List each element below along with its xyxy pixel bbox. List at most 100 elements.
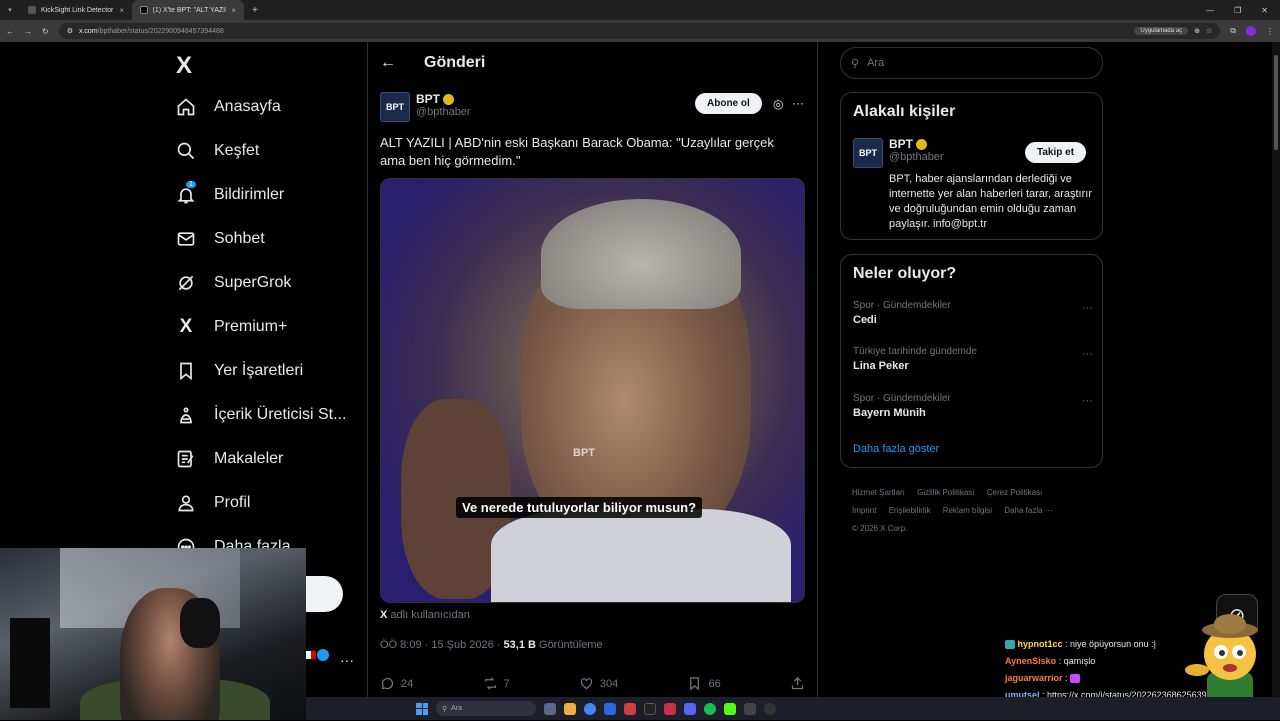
related-handle[interactable]: @bpthaber: [889, 151, 944, 163]
spotify-icon[interactable]: [704, 702, 716, 715]
chat-user: AynenSisko: [1005, 656, 1057, 666]
sidebar-item-chat[interactable]: Sohbet: [176, 229, 265, 249]
windows-start-icon[interactable]: [416, 702, 428, 715]
footer-link[interactable]: Hizmet Şartları: [852, 488, 905, 497]
trend-item[interactable]: Türkiye tarihinde gündemde Lina Peker ··…: [853, 346, 1093, 372]
maximize-icon[interactable]: ❐: [1234, 6, 1241, 15]
footer-link[interactable]: Imprint: [852, 506, 876, 515]
post-button[interactable]: [306, 576, 343, 612]
sidebar-item-creator-studio[interactable]: İçerik Üreticisi St...: [176, 405, 346, 425]
edge-icon[interactable]: [604, 702, 616, 715]
file-explorer-icon[interactable]: [564, 702, 576, 715]
tab-kicksight[interactable]: KickSight Link Detector ×: [20, 0, 132, 20]
close-tab-icon[interactable]: ×: [231, 6, 236, 15]
discord-icon[interactable]: [684, 702, 696, 715]
trend-name: Cedi: [853, 314, 877, 326]
extensions-icon[interactable]: ⧉: [1230, 26, 1236, 36]
x-logo-icon[interactable]: X: [176, 52, 192, 80]
app-icon[interactable]: [664, 702, 676, 715]
open-in-app-button[interactable]: Uygulamada aç: [1134, 27, 1189, 35]
zoom-icon[interactable]: ⊕: [1194, 27, 1200, 35]
x-favicon-icon: [140, 6, 148, 14]
minimize-icon[interactable]: —: [1206, 6, 1214, 15]
sidebar-item-profile[interactable]: Profil: [176, 493, 250, 513]
close-tab-icon[interactable]: ×: [119, 6, 124, 15]
trending-panel: Neler oluyor? Spor · Gündemdekiler Cedi …: [840, 254, 1103, 468]
chat-message: AynenSisko : qamışlo: [1005, 656, 1096, 666]
profile-avatar-icon[interactable]: [1246, 26, 1256, 36]
repost-button[interactable]: 7: [483, 676, 510, 691]
view-count: 53,1 B: [503, 639, 536, 651]
reload-icon[interactable]: ↻: [42, 27, 49, 36]
chrome-icon[interactable]: [584, 702, 596, 715]
reply-icon: [381, 677, 394, 690]
reply-button[interactable]: 24: [380, 676, 413, 691]
author-name-row: BPT: [889, 137, 944, 151]
browser-menu-icon[interactable]: ⋮: [1266, 27, 1274, 36]
post-author[interactable]: BPT BPT @bpthaber: [380, 92, 471, 122]
app-icon[interactable]: [744, 702, 756, 715]
show-more-link[interactable]: Daha fazla göster: [853, 443, 939, 455]
author-name[interactable]: BPT: [416, 92, 440, 106]
post-time[interactable]: ÖÖ 8:09 · 15 Şub 2026 ·: [380, 639, 504, 651]
app-icon[interactable]: [624, 702, 636, 715]
taskbar-search-input[interactable]: ⚲ Ara: [436, 701, 536, 716]
trend-item[interactable]: Spor · Gündemdekiler Cedi ···: [853, 300, 1093, 326]
subscribe-button[interactable]: Abone ol: [695, 93, 762, 114]
back-icon[interactable]: ←: [6, 27, 14, 36]
tab-favicon-icon: [28, 6, 36, 14]
webcam-lamp: [10, 618, 50, 708]
footer-link[interactable]: Daha fazla ···: [1004, 506, 1052, 515]
related-name[interactable]: BPT: [889, 137, 913, 151]
column-divider: [817, 42, 818, 702]
forward-icon[interactable]: →: [24, 27, 32, 36]
sidebar-item-notifications[interactable]: 1 Bildirimler: [176, 181, 284, 205]
avatar[interactable]: BPT: [853, 138, 883, 168]
grok-explain-icon[interactable]: ◎: [773, 97, 783, 111]
footer-link[interactable]: Çerez Politikası: [987, 488, 1043, 497]
footer-link[interactable]: Erişilebilirlik: [889, 506, 931, 515]
more-options-icon[interactable]: ···: [1082, 302, 1093, 314]
more-options-icon[interactable]: ···: [792, 96, 804, 110]
site-info-icon[interactable]: ⚙: [67, 27, 73, 35]
author-name-row: BPT: [416, 92, 471, 106]
task-view-icon[interactable]: [544, 702, 556, 715]
share-button[interactable]: [790, 676, 805, 691]
back-arrow-icon[interactable]: ←: [380, 54, 396, 72]
sidebar-item-home[interactable]: Anasayfa: [176, 97, 281, 117]
more-options-icon[interactable]: ···: [1082, 395, 1093, 407]
close-window-icon[interactable]: ✕: [1261, 6, 1268, 15]
star-icon[interactable]: ☆: [1206, 27, 1212, 35]
chat-message: hypnot1cc : niye öpüyorsun onu :|: [1005, 636, 1205, 653]
account-more-icon[interactable]: ···: [340, 652, 354, 668]
new-tab-button[interactable]: +: [244, 5, 266, 16]
bookmark-button[interactable]: 66: [687, 676, 721, 691]
scrollbar-thumb[interactable]: [1274, 55, 1278, 150]
tweet-text: ALT YAZILI | ABD'nin eski Başkanı Barack…: [380, 135, 774, 168]
video-hair: [541, 199, 741, 309]
like-button[interactable]: 304: [579, 676, 618, 691]
footer-links: Hizmet Şartları Gizlilik Politikası Çere…: [852, 484, 1102, 538]
obs-icon[interactable]: [764, 702, 776, 715]
footer-link[interactable]: Reklam bilgisi: [943, 506, 992, 515]
sidebar-item-bookmarks[interactable]: Yer İşaretleri: [176, 361, 303, 381]
follow-button[interactable]: Takip et: [1025, 142, 1087, 163]
url-input[interactable]: ⚙ x.com/bpthaber/status/2022900948457394…: [58, 23, 1221, 39]
sidebar-item-articles[interactable]: Makaleler: [176, 449, 283, 469]
tab-list-icon[interactable]: ▾: [0, 0, 20, 20]
author-handle[interactable]: @bpthaber: [416, 106, 471, 118]
kick-icon[interactable]: [724, 702, 736, 715]
app-icon[interactable]: [644, 702, 656, 715]
footer-link[interactable]: Gizlilik Politikası: [917, 488, 974, 497]
avatar[interactable]: BPT: [380, 92, 410, 122]
search-input[interactable]: ⚲ Ara: [840, 47, 1103, 79]
more-options-icon[interactable]: ···: [1082, 348, 1093, 360]
trend-item[interactable]: Spor · Gündemdekiler Bayern Münih ···: [853, 393, 1093, 419]
trend-category: Spor · Gündemdekiler: [853, 393, 951, 404]
tab-x-post[interactable]: (1) X'te BPT: "ALT YAZILI | A ×: [132, 0, 244, 20]
tweet-video[interactable]: BPT Ve nerede tutuluyorlar biliyor musun…: [380, 178, 805, 603]
sidebar-item-premium[interactable]: X Premium+: [176, 316, 288, 337]
sidebar-item-explore[interactable]: Keşfet: [176, 141, 259, 161]
reply-count: 24: [401, 677, 414, 690]
sidebar-item-supergrok[interactable]: SuperGrok: [176, 273, 291, 293]
